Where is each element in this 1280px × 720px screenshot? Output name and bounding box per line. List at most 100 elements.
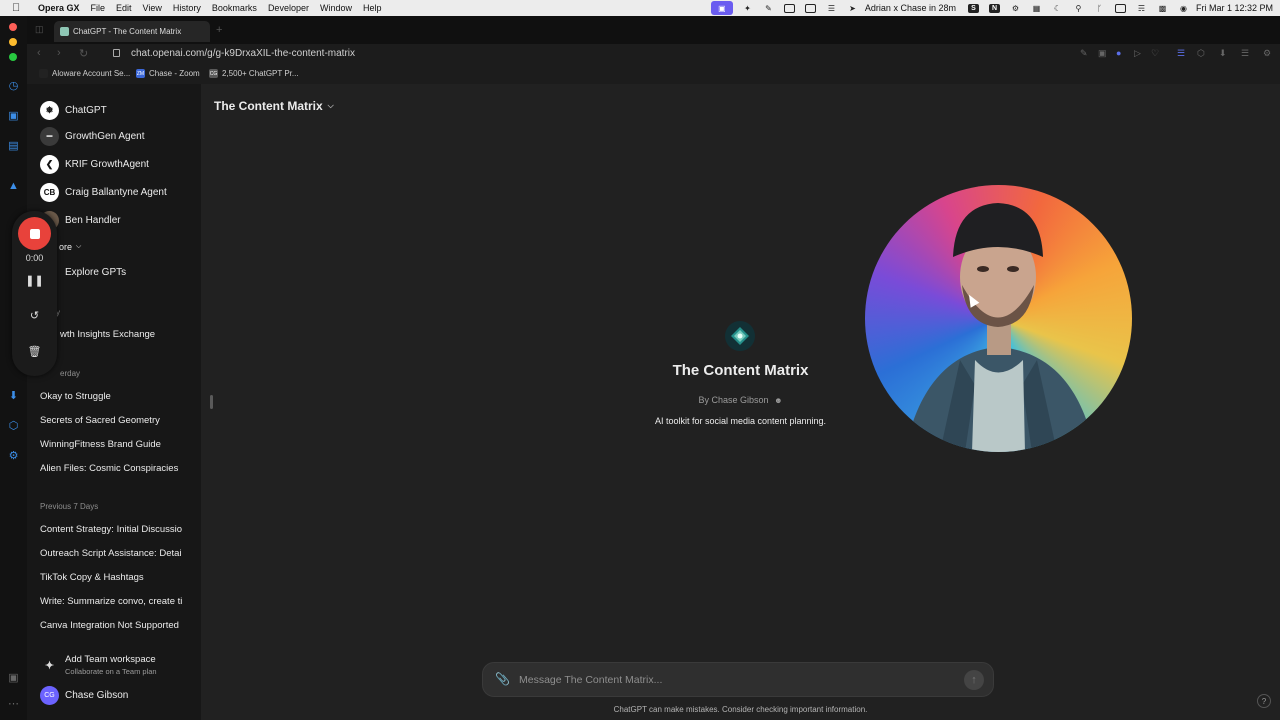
easy-setup-icon[interactable]: ⚙ — [1263, 48, 1271, 59]
conversation-item[interactable]: Write: Summarize convo, create ti — [40, 596, 196, 607]
toggle-status-icon[interactable]: ▦ — [1031, 4, 1042, 13]
team-title: Add Team workspace — [65, 654, 156, 665]
workspaces-icon[interactable]: ◫ — [35, 24, 44, 35]
extensions-icon[interactable]: ⬡ — [7, 420, 20, 433]
menu-developer[interactable]: Developer — [268, 3, 309, 13]
upcoming-meeting-text[interactable]: Adrian x Chase in 28m — [865, 3, 956, 13]
user-profile-button[interactable]: CG Chase Gibson — [40, 685, 128, 705]
menu-help[interactable]: Help — [363, 3, 382, 13]
menu-bookmarks[interactable]: Bookmarks — [212, 3, 257, 13]
menu-view[interactable]: View — [143, 3, 162, 13]
speed-dial-icon[interactable]: ◷ — [7, 80, 20, 93]
search-icon[interactable]: ⚲ — [1073, 4, 1084, 13]
new-tab-icon[interactable]: + — [216, 24, 222, 36]
s-app-icon[interactable]: S — [967, 3, 979, 13]
restart-icon[interactable]: ↺ — [12, 309, 57, 322]
webcam-bubble[interactable] — [865, 185, 1132, 452]
pinboard-icon[interactable]: ▣ — [7, 672, 20, 685]
flow-icon[interactable]: ☰ — [1177, 48, 1185, 59]
conversation-item[interactable]: TikTok Copy & Hashtags — [40, 572, 196, 583]
menu-icon[interactable]: ☰ — [1241, 48, 1249, 59]
menu-window[interactable]: Window — [320, 3, 352, 13]
zoom-window-button[interactable] — [9, 53, 17, 61]
stop-recording-button[interactable] — [18, 217, 51, 250]
sidebar-item-craig-ballantyne[interactable]: CB Craig Ballantyne Agent — [40, 182, 167, 202]
message-input[interactable] — [519, 671, 949, 689]
sidebar-item-growthgen[interactable]: ▬ GrowthGen Agent — [40, 126, 145, 146]
sidebar-item-chatgpt[interactable]: ❅ ChatGPT — [40, 100, 107, 120]
controls-status-icon[interactable]: ✦ — [742, 4, 753, 13]
forward-icon[interactable]: › — [57, 47, 61, 59]
screen-recorder-status-icon[interactable]: ▣ — [710, 1, 733, 15]
menu-edit[interactable]: Edit — [116, 3, 132, 13]
gx-corner-icon[interactable]: ▣ — [7, 110, 20, 123]
conversation-item[interactable]: Outreach Script Assistance: Detai — [40, 548, 196, 559]
snapshot-icon[interactable]: ▣ — [1098, 48, 1107, 59]
bluetooth-icon[interactable]: ᚴ — [1094, 4, 1105, 13]
wifi-icon[interactable]: ☴ — [1136, 4, 1147, 13]
gpt-logo-icon — [725, 321, 755, 351]
conversation-item[interactable]: Secrets of Sacred Geometry — [40, 415, 196, 426]
gear-status-icon[interactable]: ⚙ — [1010, 4, 1021, 13]
control-center-icon[interactable]: ▩ — [1157, 4, 1168, 13]
url-field[interactable]: chat.openai.com/g/g-k9DrxaXIL-the-conten… — [131, 48, 355, 59]
player-icon[interactable]: ▤ — [7, 140, 20, 153]
apple-menu-icon[interactable]:  — [12, 2, 26, 14]
bookmark-chatgpt-prompts[interactable]: CG 2,500+ ChatGPT Pr... — [209, 69, 299, 78]
model-selector[interactable]: The Content Matrix ⌵ — [214, 99, 334, 113]
send-button[interactable]: ↑ — [964, 670, 984, 690]
back-icon[interactable]: ‹ — [37, 47, 41, 59]
settings-gear-icon[interactable]: ⚙ — [7, 450, 20, 463]
edit-page-icon[interactable]: ✎ — [1080, 48, 1088, 59]
more-gpts-toggle[interactable]: ore ⌵ — [59, 237, 81, 257]
add-team-workspace-button[interactable]: ✦ Add Team workspace Collaborate on a Te… — [40, 650, 157, 680]
chatgpt-favicon-icon — [60, 27, 69, 36]
more-dots-icon[interactable]: ⋯ — [7, 698, 20, 711]
bookmark-zoom[interactable]: ZM Chase - Zoom — [136, 69, 200, 78]
square-status-icon[interactable] — [804, 3, 816, 13]
menu-app-name[interactable]: Opera GX — [38, 3, 80, 13]
help-button[interactable]: ? — [1257, 694, 1271, 708]
list-status-icon[interactable]: ☰ — [826, 4, 837, 13]
moon-icon[interactable]: ☾ — [1052, 4, 1063, 13]
trash-icon[interactable]: 🗑 — [12, 345, 57, 358]
siri-icon[interactable]: ◉ — [1178, 4, 1189, 13]
vpn-icon[interactable]: ● — [1116, 48, 1121, 58]
minimize-window-button[interactable] — [9, 38, 17, 46]
edit-status-icon[interactable]: ✎ — [763, 4, 774, 13]
calendar-arrow-icon[interactable]: ➤ — [847, 4, 858, 13]
bookmark-aloware[interactable]: Aloware Account Se... — [39, 69, 130, 78]
conversation-item[interactable]: wth Insights Exchange — [60, 329, 201, 340]
conversation-item[interactable]: Canva Integration Not Supported — [40, 620, 196, 631]
pause-icon[interactable]: ❚❚ — [12, 274, 57, 287]
notion-icon[interactable]: N — [988, 3, 1000, 13]
menu-history[interactable]: History — [173, 3, 201, 13]
paperclip-icon[interactable]: 📎 — [495, 672, 510, 686]
conversation-item[interactable]: Content Strategy: Initial Discussio — [40, 524, 196, 535]
lock-icon[interactable] — [113, 49, 120, 57]
extensions-cube-icon[interactable]: ⬡ — [1197, 48, 1205, 59]
sidebar-item-label: Explore GPTs — [65, 266, 127, 278]
downloads-icon[interactable]: ⬇ — [7, 390, 20, 403]
play-icon[interactable]: ▷ — [1134, 48, 1141, 59]
aria-icon[interactable]: ▲ — [7, 180, 20, 193]
clock[interactable]: Fri Mar 1 12:32 PM — [1196, 3, 1273, 13]
conversation-item[interactable]: Okay to Struggle — [40, 391, 196, 402]
section-heading: Previous 7 Days — [40, 502, 99, 511]
team-subtitle: Collaborate on a Team plan — [65, 667, 157, 676]
window-status-icon[interactable] — [783, 3, 795, 13]
avatar: CG — [40, 685, 59, 705]
conversation-item[interactable]: WinningFitness Brand Guide — [40, 439, 196, 450]
close-window-button[interactable] — [9, 23, 17, 31]
heart-icon[interactable]: ♡ — [1151, 48, 1159, 59]
tab-chatgpt[interactable]: ChatGPT - The Content Matrix — [54, 21, 210, 42]
conversation-item[interactable]: Alien Files: Cosmic Conspiracies — [40, 463, 196, 474]
gpt-author: By Chase Gibson ☻ — [201, 395, 1280, 405]
menu-file[interactable]: File — [91, 3, 106, 13]
battery-icon[interactable] — [1114, 3, 1126, 13]
cb-logo-icon: CB — [40, 182, 59, 202]
reload-icon[interactable]: ↻ — [79, 47, 88, 60]
sidebar-item-krif[interactable]: ❮ KRIF GrowthAgent — [40, 154, 149, 174]
person-icon: ☻ — [774, 396, 783, 405]
download-icon[interactable]: ⬇ — [1219, 48, 1227, 59]
